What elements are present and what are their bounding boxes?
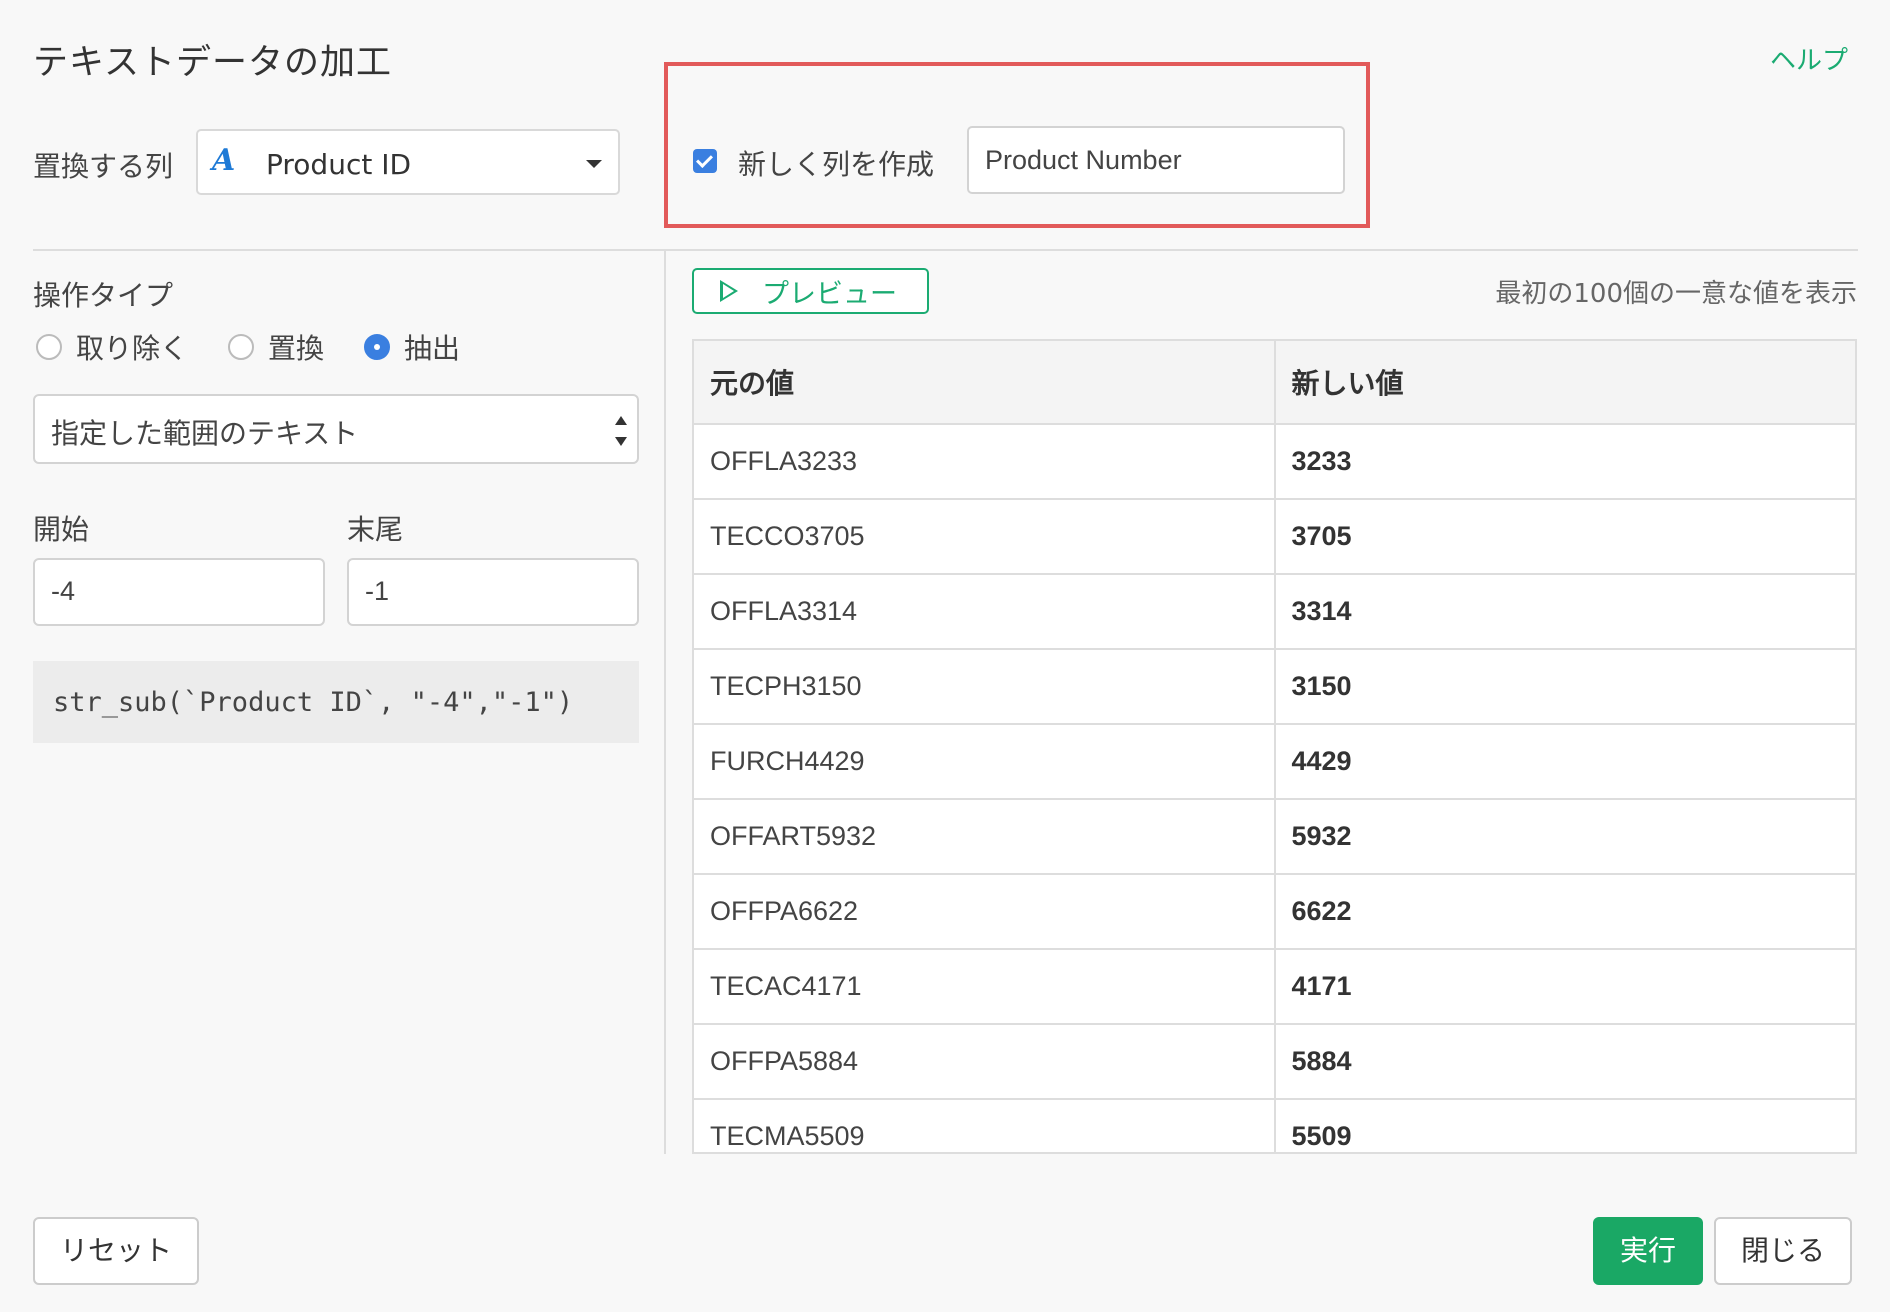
start-input[interactable]: -4	[33, 558, 325, 626]
start-label: 開始	[33, 513, 90, 546]
extract-type-select[interactable]: 指定した範囲のテキスト	[33, 394, 639, 464]
table-row: OFFPA5884 5884	[694, 1024, 1855, 1100]
help-link[interactable]: ヘルプ	[1770, 40, 1848, 77]
original-value-cell: TECAC4171	[694, 949, 1276, 1025]
horizontal-divider	[33, 249, 1858, 251]
original-value-cell: OFFLA3314	[694, 574, 1276, 650]
preview-table[interactable]: 元の値 新しい値 OFFLA3233 3233 TECCO3705 3705 OFFLA…	[692, 339, 1857, 1154]
end-label: 末尾	[347, 513, 404, 546]
column-header-new: 新しい値	[1274, 341, 1855, 425]
radio-replace-label: 置換	[268, 332, 325, 365]
extract-type-value: 指定した範囲のテキスト	[51, 417, 359, 450]
original-value-cell: TECCO3705	[694, 499, 1276, 575]
table-row: TECCO3705 3705	[694, 499, 1855, 575]
vertical-divider	[664, 251, 666, 1154]
new-value-cell: 3233	[1274, 424, 1855, 500]
preview-button[interactable]: プレビュー	[692, 268, 929, 314]
preview-button-label: プレビュー	[762, 278, 897, 310]
new-column-name-input[interactable]: Product Number	[967, 126, 1345, 194]
create-new-column-label: 新しく列を作成	[738, 148, 935, 181]
radio-extract-label: 抽出	[404, 332, 461, 365]
radio-remove-label: 取り除く	[76, 332, 189, 365]
new-value-cell: 3150	[1274, 649, 1855, 725]
original-value-cell: FURCH4429	[694, 724, 1276, 800]
dialog-title: テキストデータの加工	[33, 43, 392, 83]
new-value-cell: 4429	[1274, 724, 1855, 800]
preview-note: 最初の100個の一意な値を表示	[1495, 279, 1857, 309]
original-value-cell: OFFPA5884	[694, 1024, 1276, 1100]
play-icon	[720, 280, 738, 302]
original-value-cell: OFFPA6622	[694, 874, 1276, 950]
original-value-cell: OFFART5932	[694, 799, 1276, 875]
table-row: TECMA5509 5509	[694, 1099, 1855, 1152]
table-row: OFFLA3233 3233	[694, 424, 1855, 500]
close-button[interactable]: 閉じる	[1714, 1217, 1852, 1285]
original-value-cell: OFFLA3233	[694, 424, 1276, 500]
new-value-cell: 6622	[1274, 874, 1855, 950]
table-row: TECPH3150 3150	[694, 649, 1855, 725]
target-column-value: Product ID	[266, 148, 412, 181]
chevron-down-icon	[586, 160, 602, 168]
create-new-column-checkbox[interactable]	[693, 149, 717, 173]
table-row: TECAC4171 4171	[694, 949, 1855, 1025]
new-value-cell: 4171	[1274, 949, 1855, 1025]
new-value-cell: 5932	[1274, 799, 1855, 875]
table-row: FURCH4429 4429	[694, 724, 1855, 800]
table-header-row: 元の値 新しい値	[694, 341, 1855, 425]
table-row: OFFLA3314 3314	[694, 574, 1855, 650]
character-type-icon: A	[212, 143, 236, 178]
radio-remove[interactable]	[36, 334, 62, 360]
table-row: OFFART5932 5932	[694, 799, 1855, 875]
new-value-cell: 5884	[1274, 1024, 1855, 1100]
target-column-label: 置換する列	[33, 150, 174, 183]
end-input[interactable]: -1	[347, 558, 639, 626]
reset-button[interactable]: リセット	[33, 1217, 199, 1285]
original-value-cell: TECMA5509	[694, 1099, 1276, 1152]
new-value-cell: 3705	[1274, 499, 1855, 575]
generated-code: str_sub(`Product ID`, "-4","-1")	[33, 661, 639, 743]
select-updown-icon	[615, 416, 627, 446]
column-header-original: 元の値	[694, 341, 1276, 425]
new-value-cell: 3314	[1274, 574, 1855, 650]
radio-extract[interactable]	[364, 334, 391, 360]
radio-replace[interactable]	[228, 334, 255, 360]
operation-type-label: 操作タイプ	[33, 279, 174, 312]
new-value-cell: 5509	[1274, 1099, 1855, 1152]
original-value-cell: TECPH3150	[694, 649, 1276, 725]
run-button[interactable]: 実行	[1593, 1217, 1703, 1285]
table-row: OFFPA6622 6622	[694, 874, 1855, 950]
operation-type-radio-group: 取り除く 置換 抽出	[36, 327, 500, 367]
target-column-select[interactable]: A Product ID	[196, 129, 620, 195]
